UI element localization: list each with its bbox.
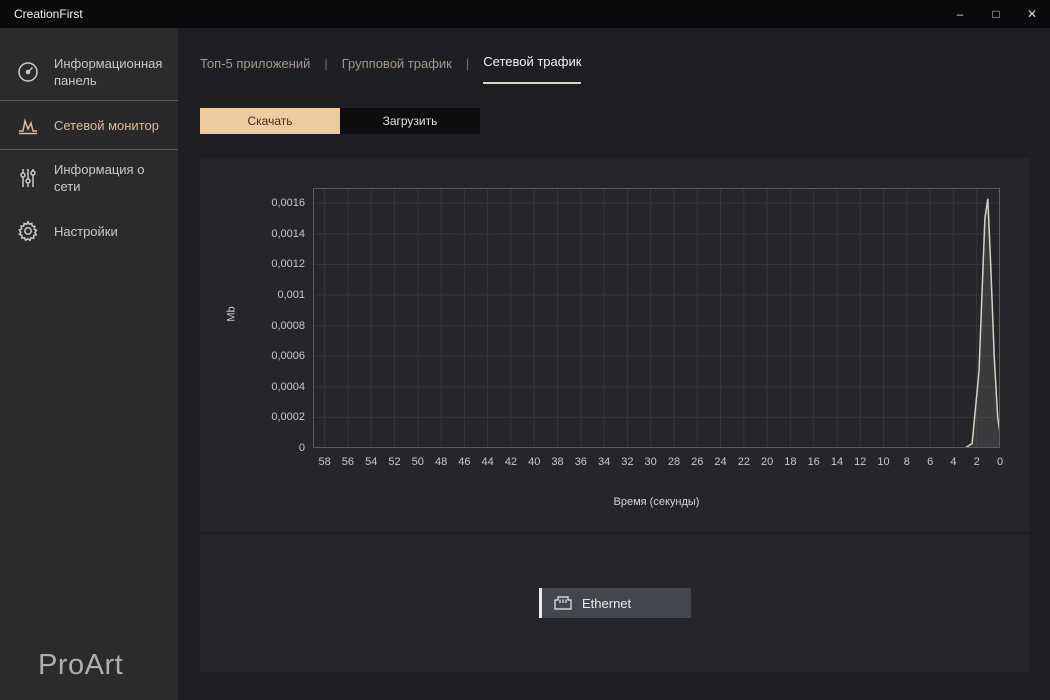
sidebar-item-label: Информация о сети (54, 162, 145, 194)
sidebar-item-network-monitor[interactable]: Сетевой монитор (0, 100, 178, 150)
sidebar-item-label: Сетевой монитор (54, 117, 159, 133)
sidebar-item-network-info[interactable]: Информация о сети (0, 150, 178, 206)
sidebar-item-settings[interactable]: Настройки (0, 206, 178, 256)
network-nodes-icon (14, 166, 42, 190)
titlebar: CreationFirst – □ ✕ (0, 0, 1050, 28)
close-button[interactable]: ✕ (1014, 0, 1050, 28)
download-toggle-button[interactable]: Скачать (200, 108, 340, 134)
x-axis-label: Время (секунды) (613, 496, 700, 508)
y-tick-label: 0 (298, 442, 305, 454)
y-tick-label: 0,0014 (271, 227, 305, 240)
adapter-panel: Ethernet (200, 534, 1030, 672)
tab-separator: | (324, 56, 328, 71)
y-tick-label: 0,0008 (271, 319, 305, 332)
sidebar-item-label: Настройки (54, 223, 118, 239)
tab-top5-apps[interactable]: Топ-5 приложений (200, 56, 310, 84)
gauge-icon (14, 60, 42, 84)
proart-logo: ProArt (38, 649, 124, 681)
x-tick-label: 0 (996, 456, 1004, 468)
window-title: CreationFirst (14, 7, 83, 21)
traffic-chart (313, 188, 1000, 448)
sidebar-item-label: Информационная панель (54, 56, 163, 88)
y-tick-label: 0,0006 (271, 350, 305, 363)
y-tick-label: 0,0004 (271, 380, 305, 393)
main-content: Топ-5 приложений | Групповой трафик | Се… (178, 28, 1050, 700)
sidebar: Информационная панель Сетевой монитор Ин… (0, 28, 178, 700)
ethernet-port-icon (554, 596, 572, 610)
traffic-chart-panel: Mb Время (секунды) 58 56 54 52 50 48 46 44 42 40 3… (200, 158, 1030, 532)
tab-group-traffic[interactable]: Групповой трафик (342, 56, 452, 84)
direction-toggle: Скачать Загрузить (200, 108, 1050, 134)
y-axis-label: Mb (225, 306, 238, 322)
maximize-button[interactable]: □ (978, 0, 1014, 28)
adapter-label: Ethernet (582, 595, 632, 611)
minimize-button[interactable]: – (942, 0, 978, 28)
tab-bar: Топ-5 приложений | Групповой трафик | Се… (178, 54, 1050, 84)
tab-separator: | (465, 56, 470, 71)
y-tick-label: 0,0016 (271, 197, 305, 210)
y-tick-label: 0,0012 (271, 258, 305, 271)
waveform-icon (14, 113, 42, 137)
tab-network-traffic[interactable]: Сетевой трафик (483, 54, 582, 84)
gear-icon (14, 219, 42, 243)
upload-toggle-button[interactable]: Загрузить (340, 108, 480, 134)
app-body: Информационная панель Сетевой монитор Ин… (0, 28, 1050, 700)
app-window: CreationFirst – □ ✕ Информационная панел… (0, 0, 1050, 700)
ethernet-adapter-button[interactable]: Ethernet (539, 588, 691, 618)
sidebar-item-dashboard[interactable]: Информационная панель (0, 44, 178, 100)
y-tick-label: 0,001 (277, 289, 305, 302)
y-tick-label: 0,0002 (271, 411, 305, 424)
